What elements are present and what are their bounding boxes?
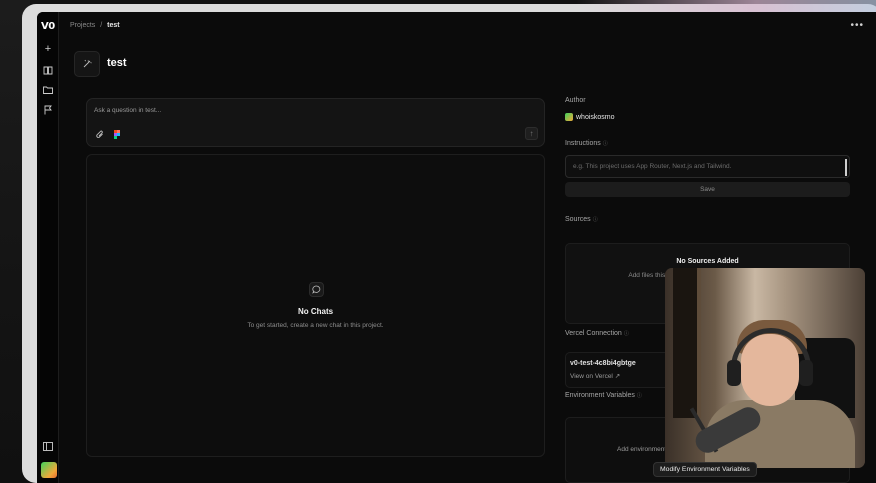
breadcrumb-current: test xyxy=(107,22,120,29)
left-rail: V0 + xyxy=(37,12,59,483)
sources-label: Sources ⓘ xyxy=(565,216,598,223)
view-on-vercel-text[interactable]: View on Vercel xyxy=(570,373,613,380)
sources-empty-title: No Sources Added xyxy=(676,258,739,265)
author-label: Author xyxy=(565,97,586,104)
webcam-headphone-cup xyxy=(799,360,813,386)
author-name[interactable]: whoiskosmo xyxy=(576,114,615,121)
breadcrumb-projects[interactable]: Projects xyxy=(70,22,95,29)
flag-icon[interactable] xyxy=(42,104,54,116)
breadcrumb-separator: / xyxy=(100,22,103,29)
view-on-vercel-link[interactable]: View on Vercel ↗ xyxy=(570,372,620,380)
vercel-connection-label: Vercel Connection ⓘ xyxy=(565,330,629,337)
empty-chats-subtitle: To get started, create a new chat in thi… xyxy=(247,322,384,329)
chats-panel: No Chats To get started, create a new ch… xyxy=(86,154,545,457)
env-label-text: Environment Variables xyxy=(565,392,635,399)
ask-box[interactable]: Ask a question in test... ↑ xyxy=(86,98,545,147)
info-icon[interactable]: ⓘ xyxy=(624,331,629,337)
book-icon[interactable] xyxy=(42,64,54,76)
info-icon[interactable]: ⓘ xyxy=(603,141,608,147)
sidebar-toggle-icon[interactable] xyxy=(42,440,54,452)
info-icon[interactable]: ⓘ xyxy=(637,393,642,399)
webcam-overlay xyxy=(665,268,865,468)
tooltip: Modify Environment Variables xyxy=(653,462,757,477)
text-cursor xyxy=(845,159,847,176)
top-bar: Projects / test ••• xyxy=(59,12,876,42)
page-title: test xyxy=(107,57,127,69)
instructions-label-text: Instructions xyxy=(565,140,601,147)
breadcrumb: Projects / test xyxy=(70,22,120,29)
empty-chats-title: No Chats xyxy=(297,307,334,316)
environment-variables-label: Environment Variables ⓘ xyxy=(565,392,642,399)
instructions-label: Instructions ⓘ xyxy=(565,140,608,147)
user-avatar[interactable] xyxy=(41,462,57,478)
save-button[interactable]: Save xyxy=(565,182,850,197)
paperclip-icon[interactable] xyxy=(96,130,104,141)
figma-icon[interactable] xyxy=(114,130,120,139)
project-icon xyxy=(74,51,100,77)
plus-icon[interactable]: + xyxy=(42,43,54,55)
sources-label-text: Sources xyxy=(565,216,591,223)
info-icon[interactable]: ⓘ xyxy=(593,217,598,223)
send-button[interactable]: ↑ xyxy=(525,127,538,140)
author-avatar xyxy=(565,113,573,121)
folder-icon[interactable] xyxy=(42,84,54,96)
webcam-headphone-cup xyxy=(727,360,741,386)
instructions-field[interactable]: e.g. This project uses App Router, Next.… xyxy=(565,155,850,178)
instructions-placeholder: e.g. This project uses App Router, Next.… xyxy=(573,163,732,170)
vercel-label-text: Vercel Connection xyxy=(565,330,622,337)
more-horizontal-icon[interactable]: ••• xyxy=(850,20,864,31)
vercel-project-id: v0-test-4c8bi4gbtge xyxy=(570,360,636,367)
ask-input[interactable]: Ask a question in test... xyxy=(94,107,161,114)
chat-bubble-icon xyxy=(309,282,324,297)
v0-logo[interactable]: V0 xyxy=(41,21,55,32)
webcam-door xyxy=(673,268,701,418)
external-link-icon: ↗ xyxy=(614,373,621,380)
